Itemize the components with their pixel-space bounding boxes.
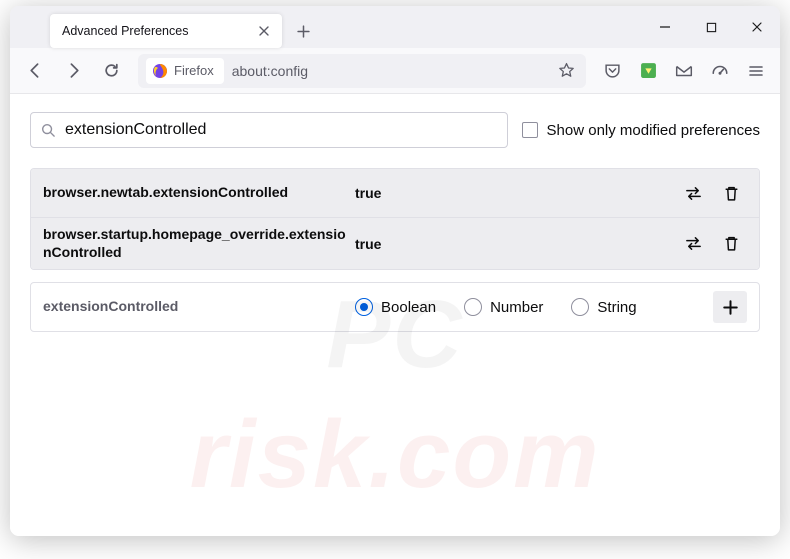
extension-icon[interactable] — [632, 55, 664, 87]
delete-button[interactable] — [715, 177, 747, 209]
show-modified-label: Show only modified preferences — [547, 122, 760, 139]
reload-button[interactable] — [94, 54, 128, 88]
maximize-button[interactable] — [688, 12, 734, 42]
content-area: Show only modified preferences browser.n… — [10, 94, 780, 536]
toggle-button[interactable] — [677, 177, 709, 209]
address-bar[interactable]: Firefox about:config — [138, 54, 586, 88]
identity-box[interactable]: Firefox — [146, 58, 224, 84]
pref-value: true — [355, 236, 671, 252]
new-pref-row-container: extensionControlled Boolean Number Strin… — [30, 282, 760, 332]
pref-name: browser.newtab.extensionControlled — [43, 184, 349, 202]
new-pref-name: extensionControlled — [43, 298, 349, 316]
radio-label: String — [597, 299, 636, 316]
tab-strip: Advanced Preferences — [10, 6, 642, 48]
hamburger-menu-icon[interactable] — [740, 55, 772, 87]
radio-icon — [355, 298, 373, 316]
identity-label: Firefox — [174, 63, 214, 78]
radio-icon — [571, 298, 589, 316]
new-tab-button[interactable] — [288, 16, 318, 46]
toggle-button[interactable] — [677, 228, 709, 260]
back-button[interactable] — [18, 54, 52, 88]
show-modified-checkbox[interactable]: Show only modified preferences — [522, 122, 760, 139]
radio-number[interactable]: Number — [464, 298, 543, 316]
type-radio-group: Boolean Number String — [355, 298, 707, 316]
search-input[interactable] — [65, 121, 497, 139]
window-controls — [642, 6, 780, 48]
pref-search-box[interactable] — [30, 112, 508, 148]
new-pref-row: extensionControlled Boolean Number Strin… — [31, 283, 759, 331]
firefox-icon — [152, 63, 168, 79]
url-text: about:config — [232, 63, 544, 79]
pref-list: browser.newtab.extensionControlled true … — [30, 168, 760, 270]
window-close-button[interactable] — [734, 12, 780, 42]
close-icon[interactable] — [255, 23, 272, 40]
pref-row: browser.newtab.extensionControlled true — [31, 169, 759, 218]
pref-name: browser.startup.homepage_override.extens… — [43, 226, 349, 261]
tab-title: Advanced Preferences — [62, 24, 247, 38]
nav-toolbar: Firefox about:config — [10, 48, 780, 94]
radio-string[interactable]: String — [571, 298, 636, 316]
add-pref-button[interactable] — [713, 291, 747, 323]
delete-button[interactable] — [715, 228, 747, 260]
pref-row: browser.startup.homepage_override.extens… — [31, 218, 759, 269]
checkbox-box-icon — [522, 122, 538, 138]
titlebar: Advanced Preferences — [10, 6, 780, 48]
dashboard-icon[interactable] — [704, 55, 736, 87]
search-icon — [41, 123, 56, 138]
browser-tab[interactable]: Advanced Preferences — [50, 14, 282, 48]
forward-button[interactable] — [56, 54, 90, 88]
pocket-icon[interactable] — [596, 55, 628, 87]
mail-icon[interactable] — [668, 55, 700, 87]
pref-value: true — [355, 185, 671, 201]
bookmark-star-icon[interactable] — [552, 57, 580, 85]
radio-label: Number — [490, 299, 543, 316]
radio-label: Boolean — [381, 299, 436, 316]
minimize-button[interactable] — [642, 12, 688, 42]
radio-boolean[interactable]: Boolean — [355, 298, 436, 316]
radio-icon — [464, 298, 482, 316]
